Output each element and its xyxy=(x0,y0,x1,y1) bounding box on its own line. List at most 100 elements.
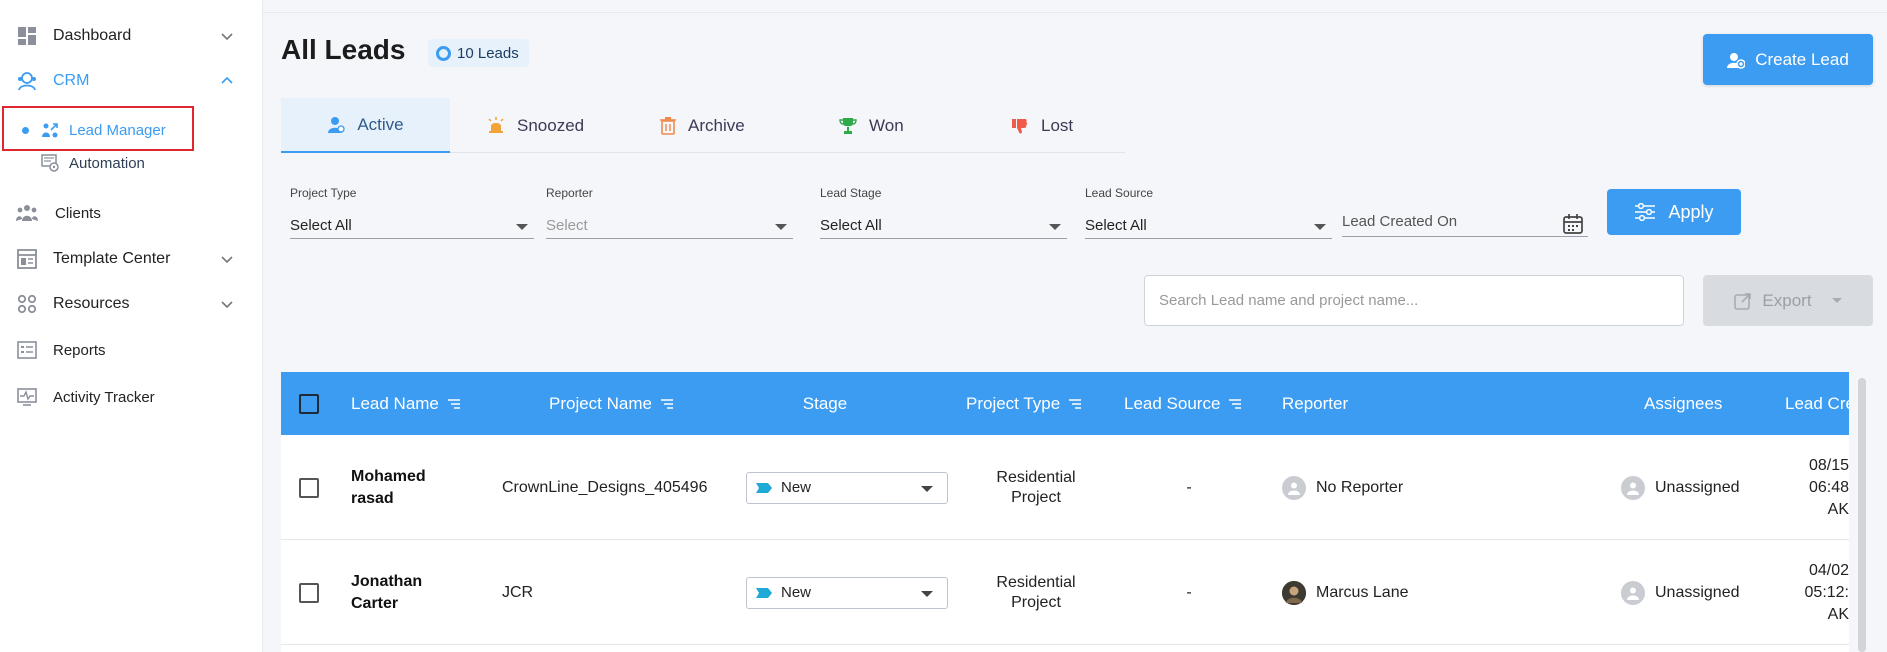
table-scrollbar[interactable] xyxy=(1858,378,1866,652)
tab-lost[interactable]: Lost xyxy=(1011,98,1073,153)
project-type-line: Residential xyxy=(996,573,1076,591)
lead-name-line: Jonathan xyxy=(351,572,423,590)
sidebar-item-label: CRM xyxy=(53,72,90,89)
sort-icon[interactable] xyxy=(660,398,674,410)
lead-created-date: 04/02 05:12: AK xyxy=(1779,560,1849,626)
sidebar-item-crm[interactable]: CRM xyxy=(0,61,263,101)
apply-button[interactable]: Apply xyxy=(1607,189,1741,235)
tab-snoozed[interactable]: Snoozed xyxy=(487,98,584,153)
column-header-lead-name[interactable]: Lead Name xyxy=(351,372,461,435)
calendar-icon[interactable] xyxy=(1562,213,1584,235)
sidebar-item-activity-tracker[interactable]: Activity Tracker xyxy=(0,377,263,417)
sidebar-item-label: Automation xyxy=(69,154,145,172)
lead-name: Mohamed rasad xyxy=(351,466,461,510)
date-line: 05:12: xyxy=(1804,583,1849,601)
sidebar-item-resources[interactable]: Resources xyxy=(0,284,263,324)
chevron-up-icon[interactable] xyxy=(218,72,236,90)
reporter-name: Marcus Lane xyxy=(1316,583,1409,601)
column-header-assignees: Assignees xyxy=(1644,372,1722,435)
date-line: AK xyxy=(1827,605,1849,623)
stage-cell: New xyxy=(746,435,948,540)
lead-source-cell: - xyxy=(1186,478,1192,496)
date-line: 06:48 xyxy=(1808,478,1849,496)
column-label: Project Type xyxy=(966,393,1061,413)
apply-label: Apply xyxy=(1668,201,1714,222)
caret-down-icon xyxy=(921,485,933,492)
sidebar-item-clients[interactable]: Clients xyxy=(0,193,263,233)
tab-archive[interactable]: Archive xyxy=(660,98,745,153)
avatar xyxy=(1621,475,1645,500)
sort-icon[interactable] xyxy=(447,398,461,410)
lead-name: Jonathan Carter xyxy=(351,571,461,615)
chevron-down-icon[interactable] xyxy=(218,250,236,268)
tab-label: Lost xyxy=(1041,115,1074,135)
caret-down-icon xyxy=(921,590,933,597)
sidebar-item-lead-manager[interactable]: Lead Manager xyxy=(22,116,166,144)
tab-active[interactable]: Active xyxy=(281,98,450,153)
chevron-down-icon[interactable] xyxy=(218,27,236,45)
assignees-cell: Unassigned xyxy=(1621,435,1740,540)
filter-project-type: Project Type Select All xyxy=(290,186,534,239)
sidebar-item-template-center[interactable]: Template Center xyxy=(0,239,263,279)
scrollbar-thumb[interactable] xyxy=(1858,378,1866,652)
create-lead-button[interactable]: Create Lead xyxy=(1703,34,1873,85)
caret-down-icon xyxy=(775,224,787,230)
tab-label: Archive xyxy=(688,115,745,135)
column-header-project-type[interactable]: Project Type xyxy=(966,372,1082,435)
select-value: Select xyxy=(546,217,588,234)
lead-name-line: Carter xyxy=(351,594,399,612)
lead-manager-icon xyxy=(41,121,59,139)
tab-label: Snoozed xyxy=(517,115,585,135)
lead-source-select[interactable]: Select All xyxy=(1085,213,1332,239)
caret-down-icon xyxy=(1049,224,1061,230)
select-all-checkbox-cell xyxy=(299,372,319,435)
thumbs-down-icon xyxy=(1012,118,1028,133)
reporter-name: No Reporter xyxy=(1316,478,1404,496)
column-header-lead-source[interactable]: Lead Source xyxy=(1124,372,1242,435)
lead-created-on-field[interactable]: Lead Created On xyxy=(1342,207,1588,237)
table-header: Lead Name Project Name Stage Project Typ… xyxy=(281,372,1849,435)
filter-lead-source: Lead Source Select All xyxy=(1085,186,1332,239)
column-header-project-name[interactable]: Project Name xyxy=(549,372,674,435)
chevron-down-icon[interactable] xyxy=(218,295,236,313)
person-icon xyxy=(328,116,345,133)
stage-value: New xyxy=(781,584,812,601)
assignee-name: Unassigned xyxy=(1655,583,1740,601)
search-input[interactable]: Search Lead name and project name... xyxy=(1144,275,1684,326)
tab-won[interactable]: Won xyxy=(839,98,904,153)
crm-icon xyxy=(16,70,38,92)
avatar xyxy=(1621,580,1645,605)
reporter-select[interactable]: Select xyxy=(546,213,793,239)
lead-stage-select[interactable]: Select All xyxy=(820,213,1067,239)
alarm-icon xyxy=(488,116,504,133)
trophy-icon xyxy=(839,117,857,134)
ring-icon xyxy=(436,45,451,61)
lead-name-line: rasad xyxy=(351,489,394,507)
sidebar-item-automation[interactable]: Automation xyxy=(41,149,145,177)
date-line: 04/02 xyxy=(1808,561,1849,579)
select-all-checkbox[interactable] xyxy=(299,393,319,414)
stage-select[interactable]: New xyxy=(746,471,948,504)
sort-icon[interactable] xyxy=(1228,398,1242,410)
row-checkbox[interactable] xyxy=(299,582,319,603)
table-row[interactable]: Mohamed rasad CrownLine_Designs_405496 N… xyxy=(281,435,1849,540)
column-label: Project Name xyxy=(549,393,652,413)
tab-label: Active xyxy=(357,114,404,134)
sidebar-item-reports[interactable]: Reports xyxy=(0,330,263,370)
row-checkbox[interactable] xyxy=(299,477,319,498)
column-label: Stage xyxy=(802,393,848,413)
page-title: All Leads xyxy=(281,34,406,65)
sort-icon[interactable] xyxy=(1068,398,1082,410)
avatar xyxy=(1282,580,1306,605)
export-icon xyxy=(1734,292,1752,310)
user-placeholder-icon xyxy=(1627,482,1639,495)
stage-value: New xyxy=(781,479,812,496)
export-button[interactable]: Export xyxy=(1703,275,1873,326)
lead-name-cell[interactable]: Mohamed rasad xyxy=(351,435,461,540)
lead-name-cell[interactable]: Jonathan Carter xyxy=(351,540,461,645)
sidebar-item-dashboard[interactable]: Dashboard xyxy=(0,16,263,56)
top-divider xyxy=(263,12,1887,13)
stage-select[interactable]: New xyxy=(746,576,948,609)
table-row[interactable]: Jonathan Carter JCR New Residential Proj… xyxy=(281,540,1849,645)
project-type-select[interactable]: Select All xyxy=(290,213,534,239)
